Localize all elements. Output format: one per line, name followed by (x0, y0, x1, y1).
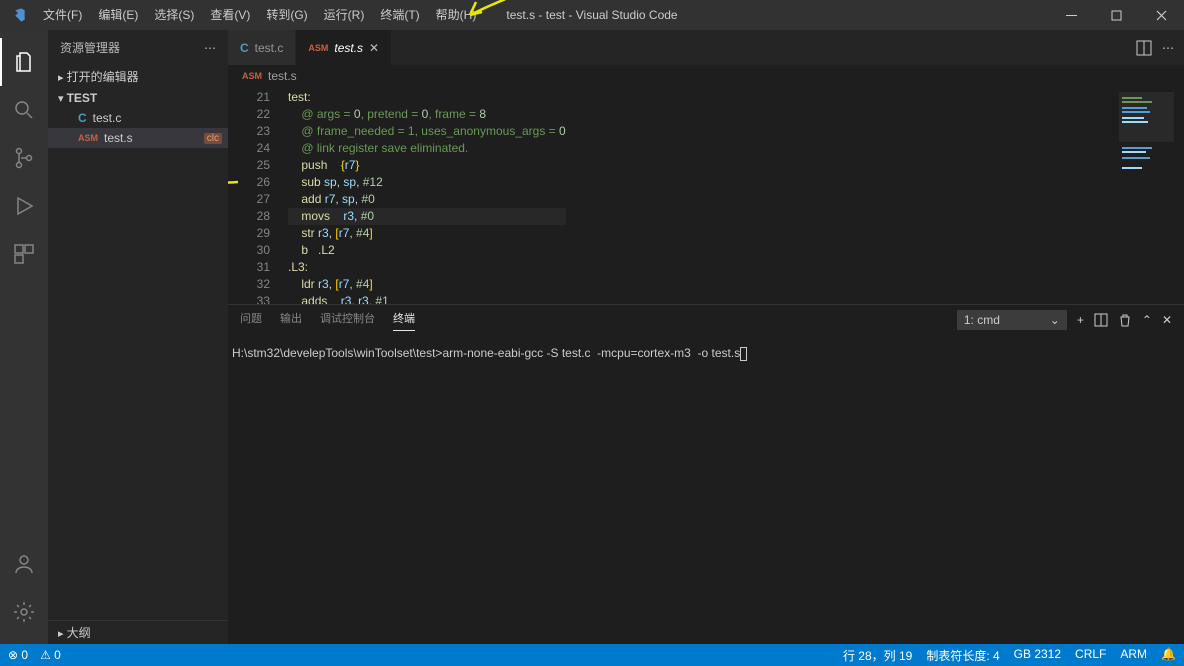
more-icon[interactable]: ⋯ (1162, 41, 1174, 55)
editor-tab[interactable]: Ctest.c (228, 30, 296, 65)
breadcrumb[interactable]: ASM test.s (228, 65, 1184, 87)
menu-item[interactable]: 帮助(H) (428, 0, 485, 30)
terminal-select[interactable]: 1: cmd⌄ (957, 310, 1067, 330)
status-tab[interactable]: 制表符长度: 4 (926, 647, 999, 664)
status-bar: ⊗ 0 ⚠ 0 行 28，列 19 制表符长度: 4 GB 2312 CRLF … (0, 644, 1184, 666)
asm-file-icon: ASM (308, 43, 328, 53)
line-gutter: 2122232425262728293031323334 (228, 87, 288, 304)
sidebar-title: 资源管理器 (60, 39, 120, 56)
new-terminal-icon[interactable]: + (1077, 313, 1084, 327)
run-debug-icon[interactable] (0, 182, 48, 230)
titlebar: 文件(F)编辑(E)选择(S)查看(V)转到(G)运行(R)终端(T)帮助(H)… (0, 0, 1184, 30)
asm-icon: ASM (242, 71, 262, 81)
menu-bar: 文件(F)编辑(E)选择(S)查看(V)转到(G)运行(R)终端(T)帮助(H) (35, 0, 484, 30)
status-errors[interactable]: ⊗ 0 (8, 648, 28, 662)
menu-item[interactable]: 终端(T) (372, 0, 427, 30)
sidebar: 资源管理器 ⋯ ▸ 打开的编辑器 ▾ TEST Ctest.cASMtest.s… (48, 30, 228, 644)
window-controls (1049, 0, 1184, 30)
panel-tabs: 问题输出调试控制台终端 1: cmd⌄ + ⌃ ✕ (228, 305, 1184, 335)
extensions-icon[interactable] (0, 230, 48, 278)
minimize-button[interactable] (1049, 0, 1094, 30)
panel-tab[interactable]: 终端 (393, 310, 415, 331)
status-encoding[interactable]: GB 2312 (1014, 647, 1061, 664)
menu-item[interactable]: 运行(R) (316, 0, 373, 30)
close-tab-icon[interactable]: ✕ (369, 41, 379, 55)
trash-icon[interactable] (1118, 313, 1132, 327)
menu-item[interactable]: 转到(G) (258, 0, 315, 30)
panel-tab[interactable]: 输出 (280, 310, 302, 330)
panel-tab[interactable]: 问题 (240, 310, 262, 330)
breadcrumb-label: test.s (268, 69, 297, 83)
code-content[interactable]: test: @ args = 0, pretend = 0, frame = 8… (288, 87, 566, 304)
editor[interactable]: 2122232425262728293031323334 test: @ arg… (228, 87, 1184, 304)
explorer-icon[interactable] (0, 38, 48, 86)
c-file-icon: C (240, 41, 249, 55)
accounts-icon[interactable] (0, 540, 48, 588)
split-editor-icon[interactable] (1136, 40, 1152, 56)
settings-icon[interactable] (0, 588, 48, 636)
status-warnings[interactable]: ⚠ 0 (40, 648, 61, 662)
asm-file-icon: ASM (78, 133, 98, 143)
chevron-up-icon[interactable]: ⌃ (1142, 313, 1152, 327)
menu-item[interactable]: 编辑(E) (90, 0, 146, 30)
maximize-button[interactable] (1094, 0, 1139, 30)
close-panel-icon[interactable]: ✕ (1162, 313, 1172, 327)
open-editors-section[interactable]: ▸ 打开的编辑器 (48, 65, 228, 88)
panel: 问题输出调试控制台终端 1: cmd⌄ + ⌃ ✕ H:\stm32\devel… (228, 304, 1184, 644)
window-title: test.s - test - Visual Studio Code (506, 8, 677, 22)
activity-bar (0, 30, 48, 644)
status-bell-icon[interactable]: 🔔 (1161, 647, 1176, 664)
c-file-icon: C (78, 111, 87, 125)
chevron-down-icon: ⌄ (1050, 313, 1060, 327)
vscode-logo-icon (0, 7, 35, 23)
search-icon[interactable] (0, 86, 48, 134)
terminal-content[interactable]: H:\stm32\develepTools\winToolset\test>ar… (228, 335, 1184, 644)
menu-item[interactable]: 查看(V) (202, 0, 258, 30)
editor-tabs: Ctest.cASMtest.s✕ ⋯ (228, 30, 1184, 65)
status-cursor[interactable]: 行 28，列 19 (843, 647, 912, 664)
scm-badge: clc (204, 133, 222, 144)
status-lang[interactable]: ARM (1120, 647, 1147, 664)
project-section[interactable]: ▾ TEST (48, 88, 228, 108)
menu-item[interactable]: 文件(F) (35, 0, 90, 30)
close-button[interactable] (1139, 0, 1184, 30)
panel-tab[interactable]: 调试控制台 (320, 310, 375, 330)
file-item[interactable]: Ctest.c (48, 108, 228, 128)
file-item[interactable]: ASMtest.sclc (48, 128, 228, 148)
sidebar-header: 资源管理器 ⋯ (48, 30, 228, 65)
minimap[interactable] (1114, 87, 1184, 304)
status-eol[interactable]: CRLF (1075, 647, 1106, 664)
source-control-icon[interactable] (0, 134, 48, 182)
menu-item[interactable]: 选择(S) (146, 0, 202, 30)
split-terminal-icon[interactable] (1094, 313, 1108, 327)
more-icon[interactable]: ⋯ (204, 41, 216, 55)
editor-tab[interactable]: ASMtest.s✕ (296, 30, 392, 65)
outline-section[interactable]: ▸ 大纲 (48, 620, 228, 644)
